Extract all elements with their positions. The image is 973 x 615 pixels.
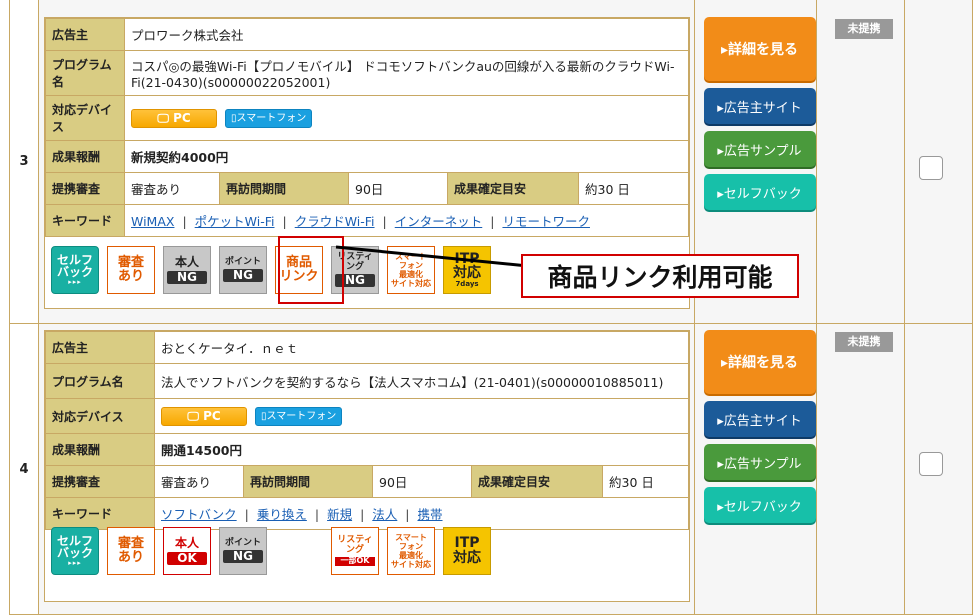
status-badge: 未提携 [835,19,893,39]
confirm-value: 約30 日 [578,172,689,205]
select-checkbox[interactable] [919,452,943,476]
pc-badge: 🖵 PC [131,108,217,128]
status-badge: 未提携 [835,332,893,352]
keyword-link[interactable]: クラウドWi-Fi [295,214,375,229]
program-name: コスパ◎の最強Wi-Fi【プロノモバイル】 ドコモソフトバンクauの回線が入る最… [124,50,689,96]
ad-sample-button[interactable]: ▸広告サンプル [703,131,816,167]
keyword-link[interactable]: ポケットWi-Fi [195,214,275,229]
reward-value: 開通14500円 [154,433,689,466]
review-required-icon: 審査 あり [107,246,155,294]
point-ng-icon: ポイント NG [219,527,267,575]
keyword-link[interactable]: 法人 [372,507,397,522]
action-buttons: ▸詳細を見る ▸広告主サイト ▸広告サンプル ▸セルフバック [703,330,816,523]
details-button[interactable]: ▸詳細を見る [703,330,816,394]
label-confirm: 成果確定目安 [447,172,579,205]
program-name: 法人でソフトバンクを契約するなら【法人スマホコム】(21-0401)(s0000… [154,363,689,399]
revisit-value: 90日 [372,465,472,498]
program-row-3: 3 広告主 プロワーク株式会社 プログラム名 コスパ◎の最強Wi-Fi【プロノモ… [9,0,973,324]
label-devices: 対応デバイス [45,398,155,434]
annotation-label: 商品リンク利用可能 [521,254,799,298]
label-confirm: 成果確定目安 [471,465,603,498]
ad-sample-button[interactable]: ▸広告サンプル [703,444,816,480]
confirm-value: 約30 日 [602,465,689,498]
self-back-button[interactable]: ▸セルフバック [703,174,816,210]
self-back-icon: セルフ バック ▸▸▸ [51,527,99,575]
divider [904,324,905,614]
label-advertiser: 広告主 [45,18,125,51]
smartphone-optimized-icon: スマート フォン 最適化 サイト対応 [387,246,435,294]
label-review: 提携審査 [45,465,155,498]
smartphone-badge: ▯スマートフォン [254,406,343,426]
program-info-table: 広告主 おとくケータイ．ｎｅｔ プログラム名 法人でソフトバンクを契約するなら【… [44,330,690,602]
self-back-icon: セルフ バック ▸▸▸ [51,246,99,294]
label-keywords: キーワード [45,204,125,237]
select-checkbox[interactable] [919,156,943,180]
label-revisit: 再訪問期間 [243,465,373,498]
divider [694,324,695,614]
keyword-link[interactable]: リモートワーク [502,214,590,229]
keyword-link[interactable]: 新規 [327,507,352,522]
program-row-4: 4 広告主 おとくケータイ．ｎｅｔ プログラム名 法人でソフトバンクを契約するな… [9,323,973,615]
keyword-link[interactable]: 携帯 [418,507,443,522]
keyword-link[interactable]: インターネット [395,214,483,229]
advertiser-site-button[interactable]: ▸広告主サイト [703,401,816,437]
action-buttons: ▸詳細を見る ▸広告主サイト ▸広告サンプル ▸セルフバック [703,17,816,210]
review-required-icon: 審査 あり [107,527,155,575]
devices-cell: 🖵 PC ▯スマートフォン [154,398,689,434]
feature-icons: セルフ バック ▸▸▸ 審査 あり 本人 OK ポイント NG リスティ ング 一部OK スマ… [51,527,491,575]
label-reward: 成果報酬 [45,140,125,173]
row-number: 4 [10,324,39,614]
label-program: プログラム名 [45,363,155,399]
divider [816,0,817,323]
label-program: プログラム名 [45,50,125,96]
itp-icon: ITP 対応 7days [443,246,491,294]
label-revisit: 再訪問期間 [219,172,349,205]
pc-badge: 🖵 PC [161,406,247,426]
listing-partial-icon: リスティ ング 一部OK [331,527,379,575]
row-number: 3 [10,0,39,323]
self-back-button[interactable]: ▸セルフバック [703,487,816,523]
keyword-link[interactable]: ソフトバンク [161,507,237,522]
keywords-cell: ソフトバンク | 乗り換え | 新規 | 法人 | 携帯 [154,497,689,530]
smartphone-badge: ▯スマートフォン [224,108,313,128]
revisit-value: 90日 [348,172,448,205]
details-button[interactable]: ▸詳細を見る [703,17,816,81]
advertiser-name: おとくケータイ．ｎｅｔ [154,331,689,364]
annotation-highlight-box [278,236,344,304]
itp-icon: ITP 対応 [443,527,491,575]
keywords-cell: WiMAX | ポケットWi-Fi | クラウドWi-Fi | インターネット | リモ… [124,204,689,237]
reward-value: 新規契約4000円 [124,140,689,173]
divider [904,0,905,323]
devices-cell: 🖵 PC ▯スマートフォン [124,95,689,141]
label-review: 提携審査 [45,172,125,205]
feature-icons: セルフ バック ▸▸▸ 審査 あり 本人 NG ポイント NG 商品 リンク リスティ ング N… [51,246,491,294]
point-ng-icon: ポイント NG [219,246,267,294]
keyword-link[interactable]: 乗り換え [257,507,307,522]
label-reward: 成果報酬 [45,433,155,466]
divider [816,324,817,614]
identity-ng-icon: 本人 NG [163,246,211,294]
review-value: 審査あり [124,172,220,205]
label-advertiser: 広告主 [45,331,155,364]
label-devices: 対応デバイス [45,95,125,141]
label-keywords: キーワード [45,497,155,530]
identity-ok-icon: 本人 OK [163,527,211,575]
review-value: 審査あり [154,465,244,498]
smartphone-optimized-icon: スマート フォン 最適化 サイト対応 [387,527,435,575]
advertiser-name: プロワーク株式会社 [124,18,689,51]
keyword-link[interactable]: WiMAX [131,214,174,229]
advertiser-site-button[interactable]: ▸広告主サイト [703,88,816,124]
